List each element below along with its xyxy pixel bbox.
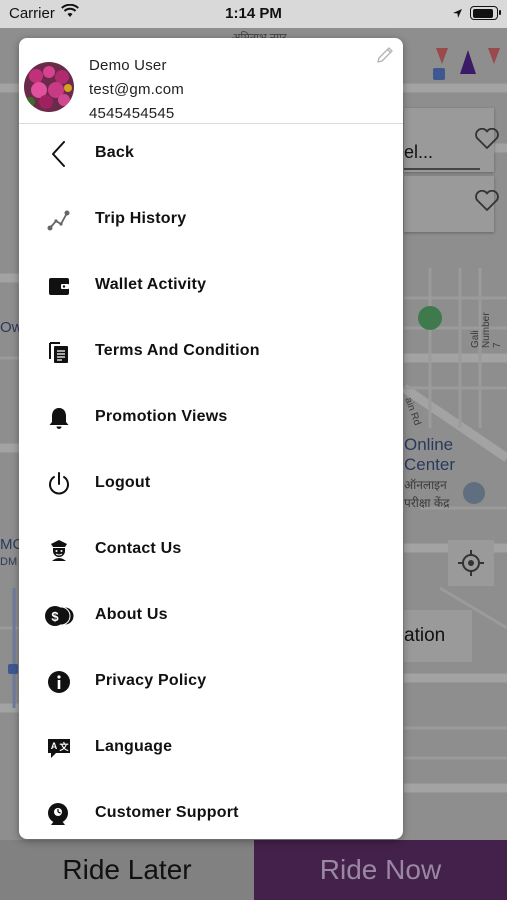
menu-label: About Us <box>95 606 168 623</box>
menu-label: Back <box>95 144 135 161</box>
map-label-dm: DM <box>0 556 18 568</box>
map-label-center: Center <box>404 455 456 474</box>
map-label-gali: Gali Number 7 <box>470 312 503 348</box>
menu-label: Logout <box>95 474 151 491</box>
menu-label: Contact Us <box>95 540 182 557</box>
ride-now-button[interactable]: Ride Now <box>254 840 507 900</box>
favorite-location-card[interactable]: el... <box>404 108 499 172</box>
profile-phone: 4545454545 <box>89 105 175 122</box>
menu-label: Language <box>95 738 173 755</box>
menu-label: Promotion Views <box>95 408 228 425</box>
menu-item-trip-history[interactable]: Trip History <box>19 187 403 253</box>
menu-item-language[interactable]: A文 Language <box>19 715 403 781</box>
avatar <box>24 62 74 112</box>
route-icon <box>46 207 72 233</box>
wallet-icon <box>46 273 72 299</box>
power-icon <box>46 471 72 497</box>
map-label-online: Online <box>404 435 454 454</box>
menu-label: Trip History <box>95 210 187 227</box>
pickup-location-card[interactable]: ation <box>404 610 472 662</box>
menu-label: Wallet Activity <box>95 276 207 293</box>
pencil-icon[interactable] <box>375 45 395 70</box>
support-icon <box>46 801 72 827</box>
bell-icon <box>46 405 72 431</box>
menu-item-promotion-views[interactable]: Promotion Views <box>19 385 403 451</box>
profile-name: Demo User <box>89 57 167 74</box>
menu-label: Customer Support <box>95 804 239 821</box>
location-arrow-icon <box>452 6 463 23</box>
menu-label: Privacy Policy <box>95 672 207 689</box>
menu-item-about-us[interactable]: $ About Us <box>19 583 403 649</box>
favorite-location-card-2[interactable] <box>404 176 499 232</box>
ride-buttons: Ride Later Ride Now <box>0 840 507 900</box>
profile-header[interactable]: Demo User test@gm.com 4545454545 <box>19 38 403 124</box>
status-bar: Carrier 1:14 PM <box>0 0 507 28</box>
clock: 1:14 PM <box>225 5 282 22</box>
favorite-location-text: el... <box>404 142 434 162</box>
officer-icon <box>46 537 72 563</box>
coins-icon: $ <box>44 603 75 629</box>
map-label-hindi-center: परीक्षा केंद्र <box>404 496 450 510</box>
info-icon <box>46 669 72 695</box>
menu-item-contact-us[interactable]: Contact Us <box>19 517 403 583</box>
profile-email: test@gm.com <box>89 81 184 98</box>
map-label-hindi-online: ऑनलाइन <box>404 478 447 492</box>
menu-item-wallet-activity[interactable]: Wallet Activity <box>19 253 403 319</box>
svg-text:$: $ <box>51 609 59 624</box>
svg-text:A: A <box>51 741 58 751</box>
menu-item-back[interactable]: Back <box>19 121 403 187</box>
translate-icon: A文 <box>46 735 72 761</box>
my-location-button[interactable] <box>448 540 494 586</box>
documents-icon <box>46 339 72 365</box>
menu-item-privacy-policy[interactable]: Privacy Policy <box>19 649 403 715</box>
ride-later-button[interactable]: Ride Later <box>0 840 254 900</box>
menu-item-terms[interactable]: Terms And Condition <box>19 319 403 385</box>
pickup-location-text: ation <box>404 625 446 646</box>
menu-label: Terms And Condition <box>95 342 260 359</box>
battery-icon <box>470 6 501 20</box>
menu-item-customer-support[interactable]: Customer Support <box>19 781 403 839</box>
svg-text:文: 文 <box>58 741 69 752</box>
side-drawer: Demo User test@gm.com 4545454545 Back Tr… <box>19 38 403 839</box>
menu-item-logout[interactable]: Logout <box>19 451 403 517</box>
chevron-left-icon <box>46 141 72 167</box>
